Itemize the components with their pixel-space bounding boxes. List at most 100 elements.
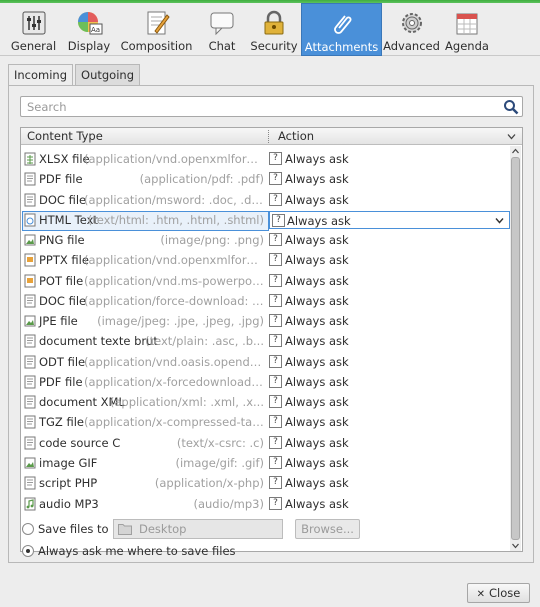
action-label: Always ask bbox=[285, 233, 349, 248]
action-select[interactable]: ? Always ask bbox=[269, 151, 510, 167]
action-select[interactable]: ? Always ask bbox=[269, 210, 510, 229]
action-select[interactable]: ? Always ask bbox=[269, 273, 510, 289]
table-row[interactable]: ODT file (application/vnd.oasis.opendocu.… bbox=[22, 352, 510, 372]
toolbar-general-label: General bbox=[10, 39, 57, 53]
action-label: Always ask bbox=[285, 253, 349, 268]
table-row[interactable]: PNG file (image/png: .png)? Always ask bbox=[22, 230, 510, 250]
toolbar-chat[interactable]: Chat bbox=[197, 3, 247, 56]
action-select[interactable]: ? Always ask bbox=[269, 374, 510, 390]
action-select[interactable]: ? Always ask bbox=[269, 414, 510, 430]
table-row[interactable]: image GIF (image/gif: .gif)? Always ask bbox=[22, 453, 510, 473]
tab-incoming[interactable]: Incoming bbox=[8, 64, 74, 87]
action-label: Always ask bbox=[285, 192, 349, 207]
table-row[interactable]: POT file (application/vnd.ms-powerpoint:.… bbox=[22, 271, 510, 291]
scrollbar-thumb[interactable] bbox=[511, 157, 520, 540]
action-select[interactable]: ? Always ask bbox=[269, 394, 510, 410]
content-type-name: JPE file bbox=[39, 314, 78, 329]
browse-button[interactable]: Browse... bbox=[295, 519, 360, 539]
column-header-action[interactable]: Action bbox=[278, 129, 314, 143]
document-file-icon bbox=[24, 395, 36, 409]
content-type-name: DOC file bbox=[39, 192, 87, 207]
tab-outgoing[interactable]: Outgoing bbox=[75, 64, 140, 86]
toolbar-general[interactable]: General bbox=[5, 3, 62, 56]
action-select[interactable]: ? Always ask bbox=[269, 455, 510, 471]
action-label: Always ask bbox=[285, 354, 349, 369]
action-select[interactable]: ? Always ask bbox=[269, 333, 510, 349]
presentation-file-icon bbox=[24, 253, 36, 267]
column-header-content-type[interactable]: Content Type bbox=[27, 129, 103, 143]
close-button[interactable]: ✕ Close bbox=[467, 583, 530, 603]
table-row[interactable]: PDF file (application/pdf: .pdf)? Always a… bbox=[22, 169, 510, 189]
table-row[interactable]: PPTX file (application/vnd.openxmlforma..… bbox=[22, 250, 510, 270]
action-select[interactable]: ? Always ask bbox=[269, 252, 510, 268]
mime-type: (text/plain: .asc, .b... bbox=[145, 334, 264, 349]
document-file-icon bbox=[24, 476, 36, 490]
table-row[interactable]: HTML Text (text/html: .htm, .html, .shtml… bbox=[22, 210, 510, 232]
ask-icon: ? bbox=[269, 415, 282, 429]
action-label: Always ask bbox=[285, 415, 349, 430]
preferences-toolbar: General Aa Display Composition Chat Secu… bbox=[0, 0, 540, 56]
chevron-down-icon[interactable] bbox=[495, 217, 504, 224]
attachments-paperclip-icon bbox=[333, 15, 351, 34]
incoming-panel: Search Content Type Action XLSX file (app… bbox=[8, 85, 534, 563]
ask-icon: ? bbox=[269, 172, 282, 186]
presentation-file-icon bbox=[24, 274, 36, 288]
save-files-to-radio[interactable] bbox=[22, 523, 34, 535]
scroll-up-icon[interactable] bbox=[512, 148, 519, 155]
content-type-name: PDF file bbox=[39, 374, 83, 389]
action-select[interactable]: ? Always ask bbox=[269, 232, 510, 248]
action-select[interactable]: ? Always ask bbox=[269, 313, 510, 329]
always-ask-label: Always ask me where to save files bbox=[38, 544, 236, 558]
search-icon[interactable] bbox=[503, 99, 519, 115]
chat-bubble-icon bbox=[210, 12, 234, 36]
toolbar-attachments[interactable]: Attachments bbox=[301, 3, 382, 56]
table-row[interactable]: document XML (application/xml: .xml, .x..… bbox=[22, 392, 510, 412]
action-select[interactable]: ? Always ask bbox=[269, 293, 510, 309]
toolbar-composition-label: Composition bbox=[120, 39, 193, 53]
action-select[interactable]: ? Always ask bbox=[269, 475, 510, 491]
display-palette-icon: Aa bbox=[78, 12, 103, 35]
action-label: Always ask bbox=[285, 476, 349, 491]
table-scrollbar[interactable] bbox=[510, 146, 521, 551]
table-row[interactable]: script PHP (application/x-php) ? Always ask bbox=[22, 473, 510, 493]
toolbar-composition[interactable]: Composition bbox=[116, 3, 197, 56]
document-file-icon bbox=[24, 415, 36, 429]
folder-chooser[interactable]: Desktop bbox=[113, 519, 283, 539]
table-row[interactable]: PDF file(application/x-forcedownload: .p… bbox=[22, 372, 510, 392]
toolbar-security[interactable]: Security bbox=[247, 3, 301, 56]
action-label: Always ask bbox=[285, 273, 349, 288]
table-row[interactable]: code source C (text/x-csrc: .c)? Always as… bbox=[22, 433, 510, 453]
search-input[interactable]: Search bbox=[20, 96, 523, 117]
action-select[interactable]: ? Always ask bbox=[269, 354, 510, 370]
document-file-icon bbox=[24, 172, 36, 186]
table-row[interactable]: JPE file (image/jpeg: .jpe, .jpeg, .jpg)?… bbox=[22, 311, 510, 331]
mime-type: (text/x-csrc: .c) bbox=[176, 435, 264, 450]
mime-type: (application/vnd.openxmlforma... bbox=[84, 152, 264, 166]
direction-tabs: Incoming Outgoing bbox=[8, 64, 142, 87]
content-type-name: ODT file bbox=[39, 354, 86, 369]
save-files-to-label: Save files to bbox=[38, 522, 109, 536]
ask-icon: ? bbox=[269, 233, 282, 247]
content-type-name: POT file bbox=[39, 273, 84, 288]
table-row[interactable]: TGZ file (application/x-compressed-tar: .… bbox=[22, 412, 510, 432]
table-row[interactable]: document texte brut (text/plain: .asc, .b… bbox=[22, 331, 510, 351]
document-file-icon bbox=[24, 334, 36, 348]
table-row[interactable]: DOC file (application/force-download: .do… bbox=[22, 291, 510, 311]
table-row[interactable]: DOC file (application/msword: .doc, .dot)… bbox=[22, 190, 510, 210]
toolbar-agenda[interactable]: Agenda bbox=[441, 3, 493, 56]
action-select[interactable]: ? Always ask bbox=[269, 171, 510, 187]
always-ask-radio[interactable] bbox=[22, 545, 34, 557]
table-row[interactable]: audio MP3 (audio/mp3)? Always ask bbox=[22, 494, 510, 514]
content-type-name: script PHP bbox=[39, 476, 98, 491]
toolbar-display[interactable]: Aa Display bbox=[62, 3, 116, 56]
table-rows: XLSX file (application/vnd.openxmlforma..… bbox=[22, 149, 510, 514]
ask-icon: ? bbox=[269, 334, 282, 348]
table-row[interactable]: XLSX file (application/vnd.openxmlforma..… bbox=[22, 149, 510, 169]
mime-type: (application/x-php) bbox=[154, 476, 264, 491]
action-select[interactable]: ? Always ask bbox=[269, 192, 510, 208]
column-separator[interactable] bbox=[268, 130, 269, 143]
ask-icon: ? bbox=[269, 354, 282, 368]
action-select[interactable]: ? Always ask bbox=[269, 435, 510, 451]
action-select[interactable]: ? Always ask bbox=[269, 496, 510, 512]
toolbar-advanced[interactable]: Advanced bbox=[382, 3, 441, 56]
